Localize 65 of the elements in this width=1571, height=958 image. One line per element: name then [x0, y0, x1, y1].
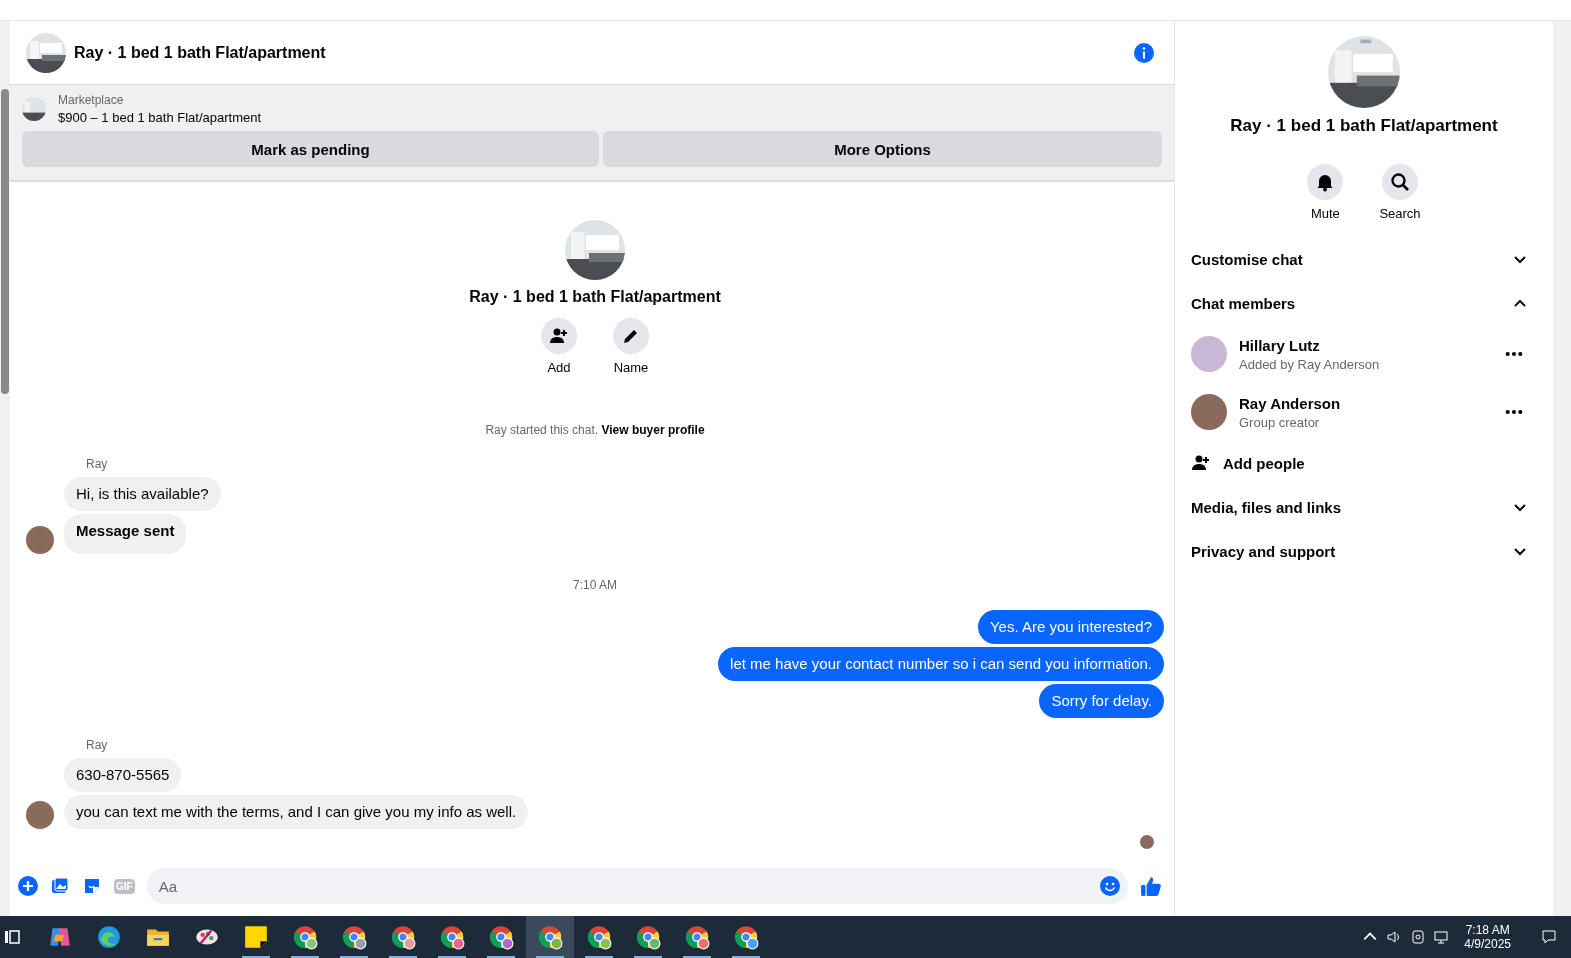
- chrome-icon: [390, 924, 416, 950]
- thumbs-up-icon[interactable]: [1140, 875, 1162, 897]
- chrome-icon: [341, 924, 367, 950]
- sender-name: Ray: [86, 457, 109, 471]
- message-bubble: Message sent: [64, 514, 187, 554]
- sticker-icon[interactable]: [82, 876, 102, 896]
- section-header[interactable]: Media, files and links: [1191, 485, 1537, 529]
- member-name: Hillary Lutz: [1239, 336, 1321, 354]
- avatar: [1191, 336, 1227, 372]
- listing-source: Marketplace: [58, 93, 125, 107]
- more-options-icon[interactable]: [1505, 409, 1523, 415]
- section-header[interactable]: Customise chat: [1191, 237, 1537, 281]
- chat-start-note: Ray started this chat. View buyer profile: [485, 423, 705, 437]
- section-header[interactable]: Privacy and support: [1191, 529, 1537, 573]
- chrome-icon: [586, 924, 612, 950]
- sender-name: Ray: [86, 738, 109, 752]
- taskbar-app-button[interactable]: [526, 916, 574, 958]
- scrollbar[interactable]: [1553, 21, 1571, 916]
- chrome-icon: [439, 924, 465, 950]
- network-icon[interactable]: [1434, 929, 1451, 945]
- chrome-icon: [292, 924, 318, 950]
- emoji-icon[interactable]: [1100, 876, 1120, 896]
- add-person-icon: [1191, 453, 1211, 473]
- member-role: Added by Ray Anderson: [1239, 356, 1381, 372]
- section-header[interactable]: Chat members: [1191, 281, 1537, 325]
- image-icon[interactable]: [50, 876, 70, 896]
- more-options-icon[interactable]: [1505, 351, 1523, 357]
- seen-avatar: [1140, 835, 1154, 849]
- listing-title: $900 – 1 bed 1 bath Flat/apartment: [58, 110, 262, 125]
- timestamp: 7:10 AM: [573, 578, 617, 592]
- sticky-note-icon: [243, 924, 269, 950]
- message-bubble: 630-870-5565: [64, 758, 182, 792]
- avatar: [1191, 394, 1227, 430]
- chrome-icon: [733, 924, 759, 950]
- member-role: Group creator: [1239, 414, 1321, 430]
- chat-title: Ray · 1 bed 1 bath Flat/apartment: [74, 43, 327, 62]
- message-bubble: let me have your contact number so i can send you information.: [718, 647, 1164, 681]
- add-person-icon: [549, 326, 569, 346]
- clock-date[interactable]: 4/9/2025: [1464, 937, 1511, 951]
- message-bubble: Yes. Are you interested?: [977, 610, 1164, 644]
- camera-icon[interactable]: [1410, 929, 1427, 945]
- avatar: [26, 526, 54, 554]
- chrome-icon: [488, 924, 514, 950]
- edge-icon: [96, 924, 122, 950]
- member-name: Ray Anderson: [1239, 394, 1342, 412]
- conversation-title: Ray · 1 bed 1 bath Flat/apartment: [469, 288, 721, 306]
- message-bubble: Sorry for delay.: [1039, 684, 1164, 718]
- chrome-icon: [684, 924, 710, 950]
- conversation-title: Ray · 1 bed 1 bath Flat/apartment: [1230, 116, 1498, 136]
- clock-time[interactable]: 7:18 AM: [1465, 923, 1510, 937]
- search-icon: [1390, 172, 1410, 192]
- add-people-button[interactable]: Add people: [1191, 441, 1537, 485]
- plus-icon[interactable]: [18, 876, 38, 896]
- message-bubble: Hi, is this available?: [64, 477, 221, 511]
- notification-icon[interactable]: [1541, 929, 1557, 945]
- info-icon[interactable]: [1134, 42, 1154, 63]
- task-view-icon[interactable]: [2, 927, 22, 947]
- listing-action-button[interactable]: More Options: [603, 131, 1162, 167]
- message-bubble: you can text me with the terms, and I can give you my info as well.: [64, 795, 529, 829]
- avatar: [26, 801, 54, 829]
- scrollbar[interactable]: [0, 21, 10, 916]
- message-input[interactable]: Aa: [146, 868, 1128, 904]
- chrome-icon: [537, 924, 563, 950]
- listing-action-button[interactable]: Mark as pending: [22, 131, 599, 167]
- chrome-icon: [635, 924, 661, 950]
